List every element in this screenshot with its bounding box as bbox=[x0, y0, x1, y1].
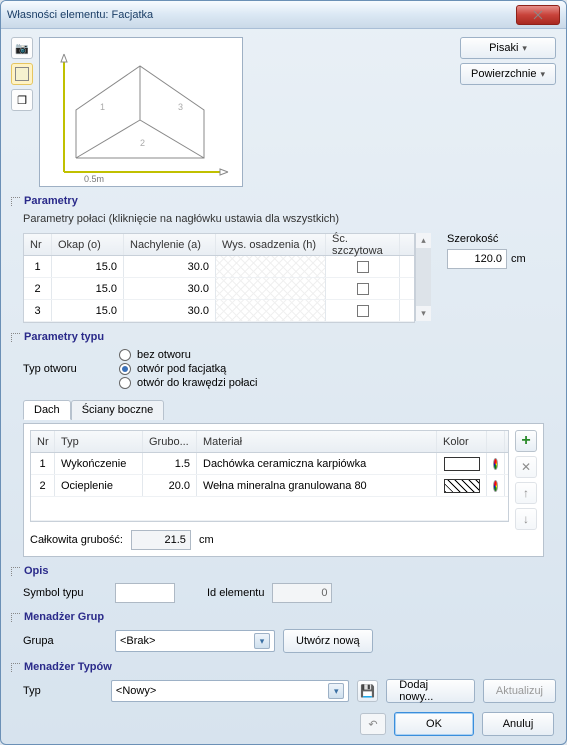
color-picker-icon[interactable] bbox=[493, 458, 498, 470]
tab-roof[interactable]: Dach bbox=[23, 400, 71, 420]
table-row[interactable]: 2 15.0 30.0 bbox=[24, 278, 414, 300]
close-button[interactable] bbox=[516, 5, 560, 25]
scrollbar[interactable]: ▴▾ bbox=[415, 233, 431, 321]
preview-canvas: 1 2 3 0.5m bbox=[39, 37, 243, 187]
type-save-icon[interactable]: 💾 bbox=[357, 680, 378, 702]
table-row[interactable]: 3 15.0 30.0 bbox=[24, 300, 414, 322]
params-hint: Parametry połaci (kliknięcie na nagłówku… bbox=[23, 213, 556, 225]
tab-pane-roof: Nr Typ Grubo... Materiał Kolor 1 Wykończ… bbox=[23, 423, 544, 557]
group-combo[interactable]: <Brak>▾ bbox=[115, 630, 275, 652]
face-label-1: 1 bbox=[100, 102, 105, 112]
params-table: Nr Okap (o) Nachylenie (a) Wys. osadzeni… bbox=[23, 233, 415, 323]
delete-layer-button[interactable]: ✕ bbox=[515, 456, 537, 478]
section-type-params: Parametry typu bbox=[11, 331, 556, 343]
table-row[interactable] bbox=[31, 497, 508, 521]
checkbox[interactable] bbox=[357, 283, 369, 295]
table-row[interactable]: 1 Wykończenie 1.5 Dachówka ceramiczna ka… bbox=[31, 453, 508, 475]
type-label: Typ bbox=[23, 685, 103, 697]
id-label: Id elementu bbox=[207, 587, 264, 599]
width-unit: cm bbox=[511, 253, 526, 265]
col-nr[interactable]: Nr bbox=[24, 234, 52, 255]
add-new-type-button[interactable]: Dodaj nowy... bbox=[386, 679, 475, 703]
table-row[interactable]: 1 15.0 30.0 bbox=[24, 256, 414, 278]
tab-walls[interactable]: Ściany boczne bbox=[71, 400, 165, 420]
radio-edge[interactable] bbox=[119, 377, 131, 389]
radio-none[interactable] bbox=[119, 349, 131, 361]
cancel-button[interactable]: Anuluj bbox=[482, 712, 554, 736]
opening-type-label: Typ otworu bbox=[23, 363, 107, 375]
symbol-label: Symbol typu bbox=[23, 587, 107, 599]
checkbox[interactable] bbox=[357, 261, 369, 273]
new-group-button[interactable]: Utwórz nową bbox=[283, 629, 373, 653]
ok-button[interactable]: OK bbox=[394, 712, 474, 736]
face-label-3: 3 bbox=[178, 102, 183, 112]
move-down-button[interactable]: ↓ bbox=[515, 508, 537, 530]
total-thickness-label: Całkowita grubość: bbox=[30, 534, 123, 546]
section-params: Parametry bbox=[11, 195, 556, 207]
type-combo[interactable]: <Nowy>▾ bbox=[111, 680, 349, 702]
color-swatch[interactable] bbox=[444, 457, 480, 471]
chevron-down-icon[interactable]: ▾ bbox=[328, 683, 344, 699]
window-title: Własności elementu: Facjatka bbox=[7, 9, 516, 21]
chevron-down-icon[interactable]: ▾ bbox=[254, 633, 270, 649]
copy-icon[interactable]: ❐ bbox=[11, 89, 33, 111]
col-okap[interactable]: Okap (o) bbox=[52, 234, 124, 255]
id-value: 0 bbox=[272, 583, 332, 603]
radio-under[interactable] bbox=[119, 363, 131, 375]
symbol-input[interactable] bbox=[115, 583, 175, 603]
checkbox[interactable] bbox=[357, 305, 369, 317]
axis-label: 0.5m bbox=[84, 174, 104, 184]
layers-icon[interactable] bbox=[11, 63, 33, 85]
face-label-2: 2 bbox=[140, 138, 145, 148]
surfaces-button[interactable]: Powierzchnie bbox=[460, 63, 556, 85]
group-label: Grupa bbox=[23, 635, 107, 647]
titlebar: Własności elementu: Facjatka bbox=[1, 1, 566, 29]
section-group-mgr: Menadżer Grup bbox=[11, 611, 556, 623]
section-desc: Opis bbox=[11, 565, 556, 577]
color-picker-icon[interactable] bbox=[493, 480, 498, 492]
total-thickness-value: 21.5 bbox=[131, 530, 191, 550]
camera-icon[interactable]: 📷 bbox=[11, 37, 33, 59]
move-up-button[interactable]: ↑ bbox=[515, 482, 537, 504]
col-wys[interactable]: Wys. osadzenia (h) bbox=[216, 234, 326, 255]
width-label: Szerokość bbox=[447, 233, 526, 245]
col-sc[interactable]: Śc. szczytowa bbox=[326, 234, 400, 255]
materials-table: Nr Typ Grubo... Materiał Kolor 1 Wykończ… bbox=[30, 430, 509, 522]
add-layer-button[interactable]: + bbox=[515, 430, 537, 452]
update-type-button[interactable]: Aktualizuj bbox=[483, 679, 556, 703]
dialog-window: Własności elementu: Facjatka 📷 ❐ bbox=[0, 0, 567, 745]
color-swatch[interactable] bbox=[444, 479, 480, 493]
pens-button[interactable]: Pisaki bbox=[460, 37, 556, 59]
table-row[interactable]: 2 Ocieplenie 20.0 Wełna mineralna granul… bbox=[31, 475, 508, 497]
section-type-mgr: Menadżer Typów bbox=[11, 661, 556, 673]
undo-button[interactable]: ↶ bbox=[360, 713, 386, 735]
width-input[interactable]: 120.0 bbox=[447, 249, 507, 269]
col-nach[interactable]: Nachylenie (a) bbox=[124, 234, 216, 255]
